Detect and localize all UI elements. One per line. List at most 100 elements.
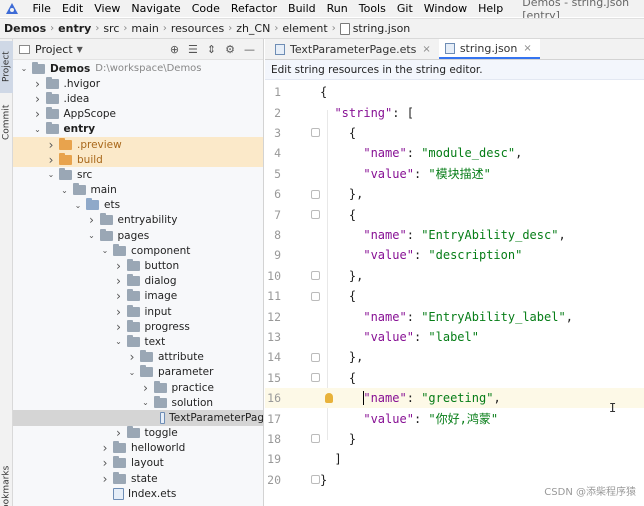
chevron-right-icon[interactable]: ›	[100, 441, 110, 455]
tree-item[interactable]: › .preview	[13, 136, 263, 153]
chevron-right-icon[interactable]: ›	[141, 381, 151, 395]
chevron-right-icon[interactable]: ›	[114, 289, 124, 303]
tree-item[interactable]: › practice	[13, 380, 263, 395]
tree-item[interactable]: › .hvigor	[13, 76, 263, 91]
code-line[interactable]: 9 "value": "description"	[265, 245, 644, 265]
tree-item[interactable]: › attribute	[13, 350, 263, 365]
editor-tab[interactable]: TextParameterPage.ets ×	[269, 39, 439, 59]
code-line[interactable]: 6 },	[265, 184, 644, 204]
code-line[interactable]: 14 },	[265, 347, 644, 367]
code-line[interactable]: 16 "name": "greeting",	[265, 388, 644, 409]
breadcrumb-item[interactable]: string.json	[353, 22, 411, 35]
tree-item[interactable]: ⌄ ets	[13, 198, 263, 213]
fold-marker-icon[interactable]	[311, 128, 320, 138]
chevron-down-icon[interactable]: ⌄	[46, 170, 56, 179]
breadcrumb-item[interactable]: entry	[58, 22, 91, 35]
chevron-right-icon[interactable]: ›	[87, 213, 97, 227]
chevron-right-icon[interactable]: ›	[33, 77, 43, 91]
chevron-right-icon[interactable]: ›	[114, 259, 124, 273]
code-line[interactable]: 3 {	[265, 123, 644, 143]
code-line[interactable]: 10 },	[265, 266, 644, 286]
tree-item[interactable]: ⌄ Demos D:\workspace\Demos	[13, 61, 263, 76]
fold-marker-icon[interactable]	[311, 475, 320, 485]
chevron-down-icon[interactable]: ⌄	[100, 246, 110, 255]
collapse-all-icon[interactable]: ☰	[188, 43, 198, 56]
tree-item[interactable]: ⌄ component	[13, 243, 263, 258]
chevron-right-icon[interactable]: ›	[100, 472, 110, 486]
code-line[interactable]: 4 "name": "module_desc",	[265, 143, 644, 163]
tree-item[interactable]: Index.ets	[13, 486, 263, 501]
menu-edit[interactable]: Edit	[56, 2, 88, 15]
chevron-down-icon[interactable]: ⌄	[87, 231, 97, 240]
tree-item[interactable]: › .idea	[13, 91, 263, 106]
chevron-right-icon[interactable]: ›	[33, 107, 43, 121]
commit-tool-tab[interactable]: Commit	[0, 97, 13, 147]
fold-marker-icon[interactable]	[311, 271, 320, 281]
editor-tab[interactable]: string.json ×	[438, 39, 540, 59]
fold-marker-icon[interactable]	[311, 352, 320, 362]
chevron-right-icon[interactable]: ›	[100, 456, 110, 470]
breadcrumb-item[interactable]: Demos	[4, 22, 46, 35]
chevron-right-icon[interactable]: ›	[114, 426, 124, 440]
menu-git[interactable]: Git	[391, 2, 418, 15]
tree-item[interactable]: › progress	[13, 319, 263, 334]
locate-icon[interactable]: ⊕	[170, 43, 179, 56]
tree-item[interactable]: ⌄ parameter	[13, 365, 263, 380]
tree-item[interactable]: › button	[13, 258, 263, 273]
menu-help[interactable]: Help	[472, 2, 508, 15]
code-line[interactable]: 18 }	[265, 429, 644, 449]
code-line[interactable]: 1{	[265, 82, 644, 102]
fold-marker-icon[interactable]	[311, 434, 320, 444]
menu-build[interactable]: Build	[282, 2, 321, 15]
tree-item[interactable]: ⌄ text	[13, 334, 263, 349]
project-view-selector[interactable]: Project	[35, 43, 73, 56]
code-line[interactable]: 13 "value": "label"	[265, 327, 644, 347]
close-icon[interactable]: ×	[523, 43, 531, 54]
code-line[interactable]: 19 ]	[265, 449, 644, 469]
code-line[interactable]: 7 {	[265, 204, 644, 224]
code-line[interactable]: 12 "name": "EntryAbility_label",	[265, 306, 644, 326]
expand-all-icon[interactable]: ⇕	[207, 43, 216, 56]
chevron-down-icon[interactable]: ⌄	[114, 337, 124, 346]
code-line[interactable]: 15 {	[265, 368, 644, 388]
code-line[interactable]: 5 "value": "模块描述"	[265, 164, 644, 184]
fold-marker-icon[interactable]	[311, 189, 320, 199]
menu-view[interactable]: View	[88, 2, 125, 15]
chevron-right-icon[interactable]: ›	[114, 305, 124, 319]
chevron-right-icon[interactable]: ›	[46, 138, 56, 152]
hide-panel-icon[interactable]: —	[244, 43, 255, 56]
menu-window[interactable]: Window	[418, 2, 472, 15]
chevron-right-icon[interactable]: ›	[114, 274, 124, 288]
tree-item[interactable]: › AppScope	[13, 107, 263, 122]
code-line[interactable]: 8 "name": "EntryAbility_desc",	[265, 225, 644, 245]
chevron-right-icon[interactable]: ›	[114, 320, 124, 334]
chevron-down-icon[interactable]: ⌄	[33, 125, 43, 134]
tree-item[interactable]: › input	[13, 304, 263, 319]
tree-item[interactable]: ⌄ main	[13, 183, 263, 198]
breadcrumb-item[interactable]: main	[131, 22, 158, 35]
chevron-down-icon[interactable]: ⌄	[19, 64, 29, 73]
menu-refactor[interactable]: Refactor	[225, 2, 282, 15]
code-line[interactable]: 2 "string": [	[265, 102, 644, 122]
close-icon[interactable]: ×	[422, 44, 430, 55]
fold-marker-icon[interactable]	[311, 291, 320, 301]
chevron-down-icon[interactable]: ▼	[77, 45, 83, 54]
chevron-down-icon[interactable]: ⌄	[141, 398, 151, 407]
gear-icon[interactable]: ⚙	[225, 43, 235, 56]
tree-item[interactable]: › toggle	[13, 426, 263, 441]
tree-item[interactable]: ⌄ pages	[13, 228, 263, 243]
chevron-right-icon[interactable]: ›	[127, 350, 137, 364]
menu-navigate[interactable]: Navigate	[125, 2, 185, 15]
tree-item[interactable]: ⌄ solution	[13, 395, 263, 410]
chevron-right-icon[interactable]: ›	[46, 153, 56, 167]
fold-marker-icon[interactable]	[311, 210, 320, 220]
bookmarks-tool-tab[interactable]: Bookmarks	[0, 459, 13, 506]
fold-marker-icon[interactable]	[311, 373, 320, 383]
breadcrumb-item[interactable]: element	[282, 22, 327, 35]
tree-item[interactable]: ⌄ entry	[13, 122, 263, 137]
breadcrumb-item[interactable]: src	[103, 22, 119, 35]
tree-item[interactable]: TextParameterPag	[13, 410, 263, 426]
menu-code[interactable]: Code	[186, 2, 225, 15]
tree-item[interactable]: › dialog	[13, 274, 263, 289]
tree-item[interactable]: › helloworld	[13, 441, 263, 456]
